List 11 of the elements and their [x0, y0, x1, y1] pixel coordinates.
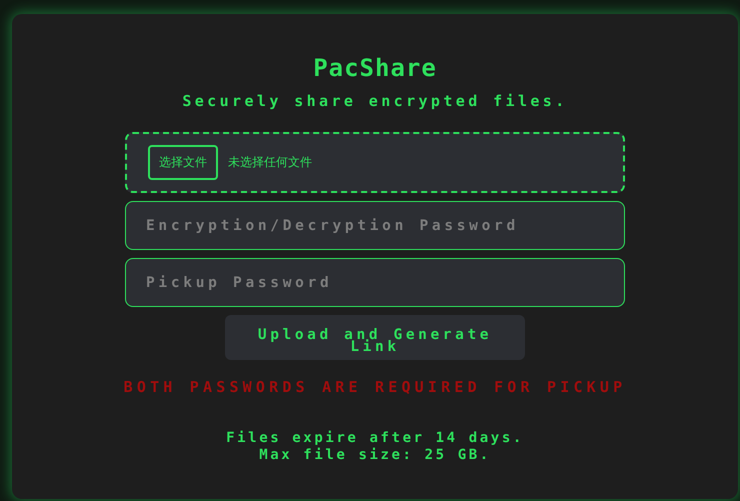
file-drop-zone[interactable]: 选择文件 未选择任何文件: [125, 132, 625, 193]
info-text: Max file size: 25 GB.: [259, 447, 491, 464]
upload-button[interactable]: Upload and Generate Link: [225, 315, 525, 360]
file-status: 未选择任何文件: [228, 154, 312, 171]
password-field[interactable]: Encryption/Decryption Password: [125, 201, 625, 250]
choose-file-button[interactable]: 选择文件: [148, 145, 218, 180]
info-text: Files expire after 14 days.: [226, 430, 524, 447]
app-title: PacShare: [313, 54, 437, 82]
password-field[interactable]: Pickup Password: [125, 258, 625, 307]
subtitle: Securely share encrypted files.: [182, 92, 568, 110]
warning-text: BOTH PASSWORDS ARE REQUIRED FOR PICKUP: [124, 378, 626, 396]
